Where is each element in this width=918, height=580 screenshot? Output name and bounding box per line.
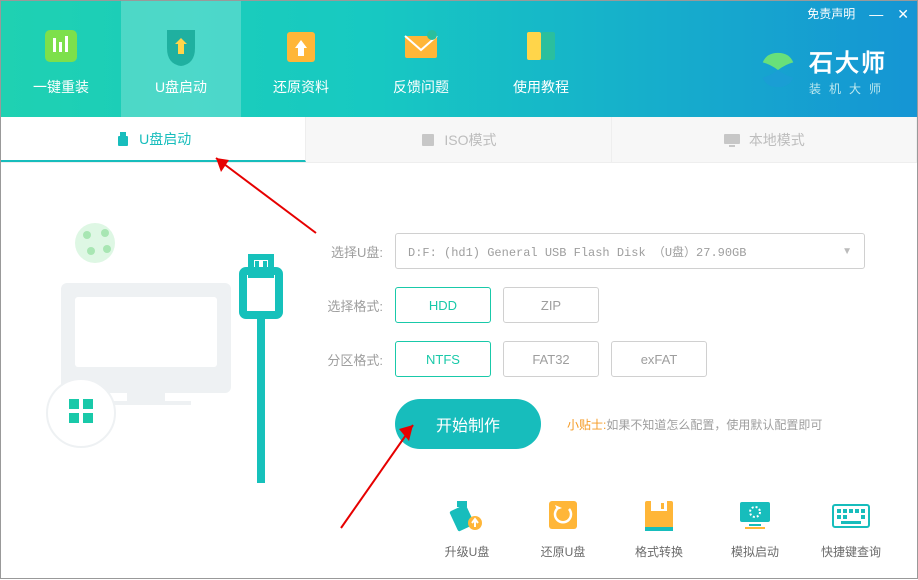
tool-simulate-boot[interactable]: 模拟启动 xyxy=(719,495,791,560)
title-bar: 免责声明 — ✕ xyxy=(807,5,909,22)
subtab-iso-mode[interactable]: ISO模式 xyxy=(306,117,611,162)
tool-label: 模拟启动 xyxy=(731,543,779,560)
nav-tutorial[interactable]: 使用教程 xyxy=(481,1,601,117)
nav-label: 使用教程 xyxy=(513,77,569,97)
floppy-icon xyxy=(639,495,679,535)
usb-form: 选择U盘: D:F: (hd1) General USB Flash Disk … xyxy=(319,233,877,449)
tool-label: 还原U盘 xyxy=(541,543,586,560)
monitor-boot-icon xyxy=(735,495,775,535)
format-label: 选择格式: xyxy=(319,296,383,315)
tool-upgrade-usb[interactable]: 升级U盘 xyxy=(431,495,503,560)
partition-opt-exfat[interactable]: exFAT xyxy=(611,341,707,377)
close-button[interactable]: ✕ xyxy=(897,7,909,21)
usb-illustration xyxy=(31,183,291,483)
nav-usb-boot[interactable]: U盘启动 xyxy=(121,1,241,117)
usb-drive-select[interactable]: D:F: (hd1) General USB Flash Disk （U盘）27… xyxy=(395,233,865,269)
nav-label: 反馈问题 xyxy=(393,77,449,97)
tip-label: 小贴士: xyxy=(567,418,606,432)
nav-label: 一键重装 xyxy=(33,77,89,97)
select-value: D:F: (hd1) General USB Flash Disk （U盘）27… xyxy=(408,243,746,260)
format-opt-hdd[interactable]: HDD xyxy=(395,287,491,323)
envelope-icon xyxy=(399,21,443,71)
usb-icon xyxy=(115,131,131,147)
tool-format-convert[interactable]: 格式转换 xyxy=(623,495,695,560)
partition-opt-ntfs[interactable]: NTFS xyxy=(395,341,491,377)
subtab-local-mode[interactable]: 本地模式 xyxy=(612,117,917,162)
nav-label: 还原资料 xyxy=(273,77,329,97)
nav-restore[interactable]: 还原资料 xyxy=(241,1,361,117)
tool-restore-usb[interactable]: 还原U盘 xyxy=(527,495,599,560)
usb-shield-icon xyxy=(159,21,203,71)
subtab-label: 本地模式 xyxy=(749,130,805,150)
brand-logo-icon xyxy=(757,49,799,91)
subtab-label: ISO模式 xyxy=(444,130,496,150)
nav-feedback[interactable]: 反馈问题 xyxy=(361,1,481,117)
usb-upgrade-icon xyxy=(447,495,487,535)
keyboard-icon xyxy=(831,495,871,535)
main-content: 选择U盘: D:F: (hd1) General USB Flash Disk … xyxy=(1,163,917,580)
brand: 石大师 装机大师 xyxy=(757,43,889,97)
tool-label: 格式转换 xyxy=(635,543,683,560)
footer-tools: 升级U盘 还原U盘 格式转换 模拟启动 快捷键查询 xyxy=(431,495,887,560)
reinstall-icon xyxy=(39,21,83,71)
nav-reinstall[interactable]: 一键重装 xyxy=(1,1,121,117)
app-header: 免责声明 — ✕ 一键重装 U盘启动 还原资料 反馈问题 xyxy=(1,1,917,117)
main-nav: 一键重装 U盘启动 还原资料 反馈问题 使用教程 xyxy=(1,1,601,117)
subtab-usb-boot[interactable]: U盘启动 xyxy=(1,117,306,162)
chevron-down-icon: ▼ xyxy=(842,246,852,257)
partition-label: 分区格式: xyxy=(319,350,383,369)
monitor-icon xyxy=(723,132,741,148)
tool-hotkey-query[interactable]: 快捷键查询 xyxy=(815,495,887,560)
tool-label: 快捷键查询 xyxy=(821,543,881,560)
select-u-label: 选择U盘: xyxy=(319,242,383,261)
brand-subtitle: 装机大师 xyxy=(809,80,889,97)
start-button[interactable]: 开始制作 xyxy=(395,399,541,449)
book-icon xyxy=(519,21,563,71)
tip: 小贴士:如果不知道怎么配置，使用默认配置即可 xyxy=(567,416,822,433)
usb-restore-icon xyxy=(543,495,583,535)
tip-text: 如果不知道怎么配置，使用默认配置即可 xyxy=(606,418,822,432)
minimize-button[interactable]: — xyxy=(869,7,883,21)
partition-opt-fat32[interactable]: FAT32 xyxy=(503,341,599,377)
sub-nav: U盘启动 ISO模式 本地模式 xyxy=(1,117,917,163)
disclaimer-link[interactable]: 免责声明 xyxy=(807,5,855,22)
nav-label: U盘启动 xyxy=(155,77,207,97)
brand-title: 石大师 xyxy=(809,43,889,78)
subtab-label: U盘启动 xyxy=(139,129,191,149)
restore-icon xyxy=(279,21,323,71)
tool-label: 升级U盘 xyxy=(445,543,490,560)
format-opt-zip[interactable]: ZIP xyxy=(503,287,599,323)
iso-icon xyxy=(420,132,436,148)
